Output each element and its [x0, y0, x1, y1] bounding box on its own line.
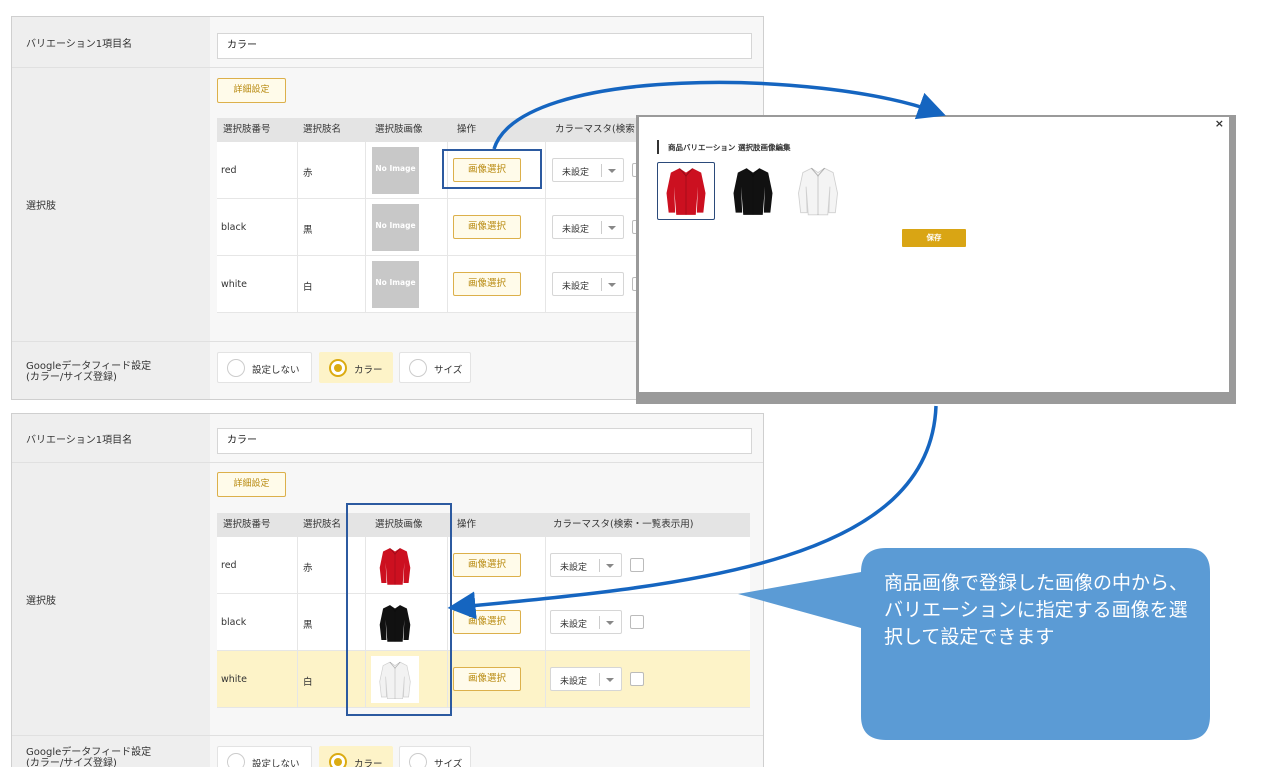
callout-text: 商品画像で登録した画像の中から、バリエーションに指定する画像を選択して設定できま… — [884, 572, 1189, 648]
annotation-overlay — [447, 80, 1210, 740]
arrow-to-modal — [492, 80, 946, 150]
